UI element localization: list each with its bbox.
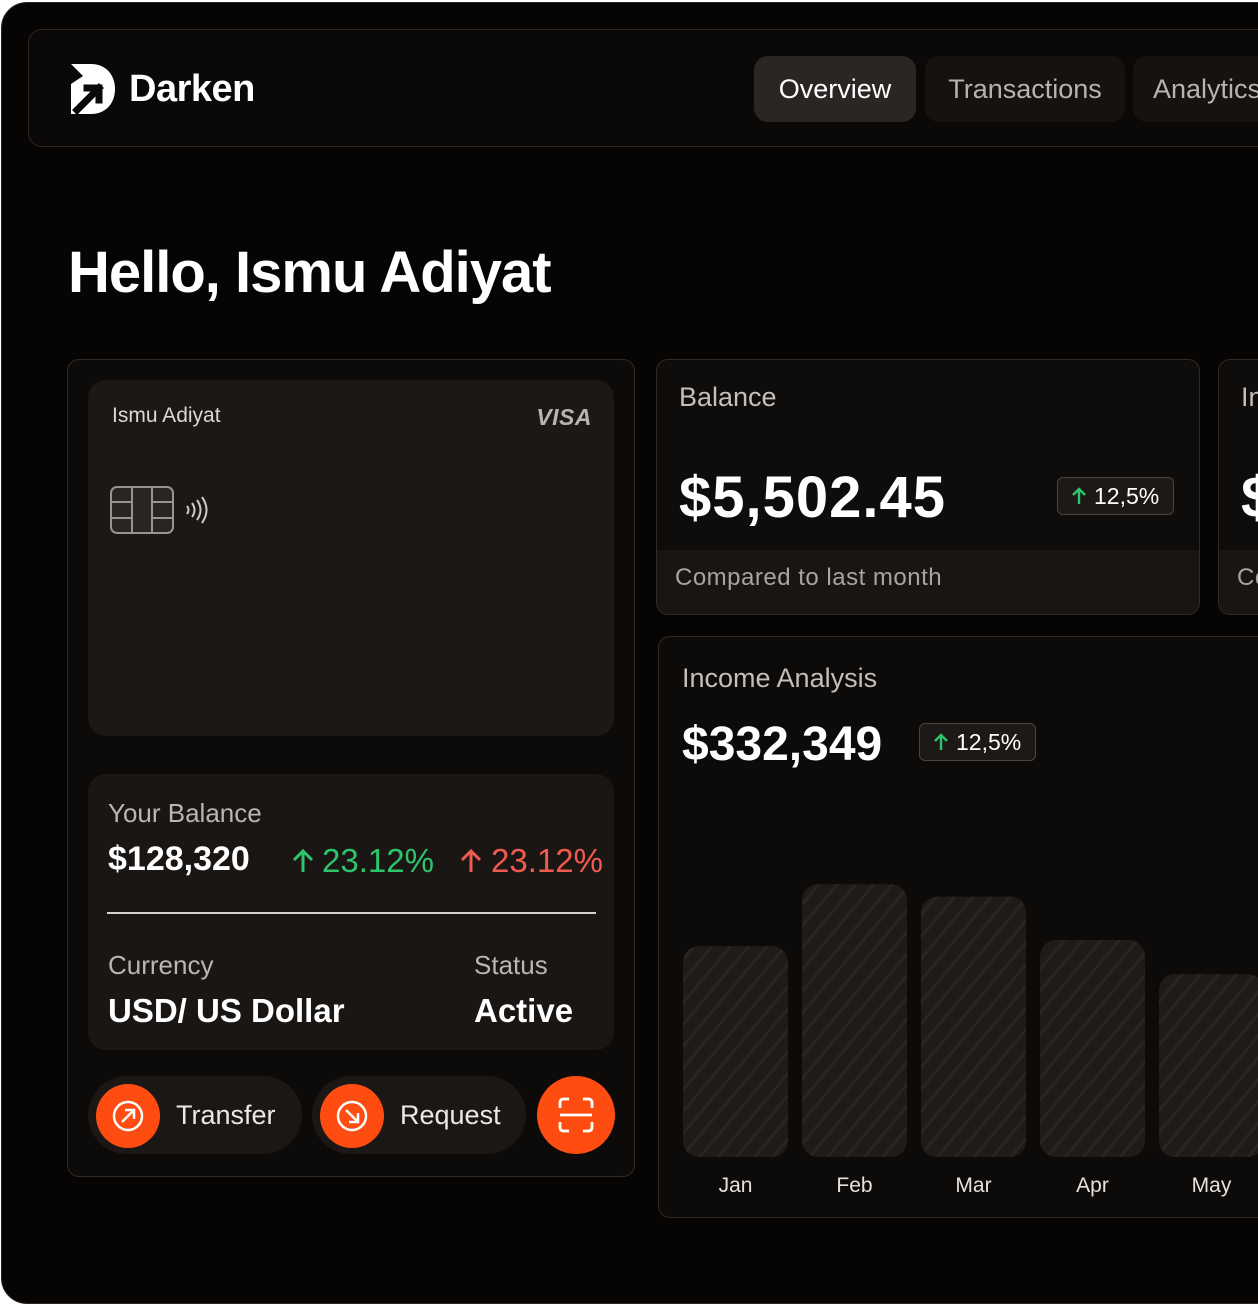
card-holder-name: Ismu Adiyat bbox=[112, 404, 221, 427]
wallet-panel: Ismu Adiyat VISA Your Balance $128,320 2… bbox=[67, 359, 635, 1177]
bar-may[interactable] bbox=[1159, 974, 1258, 1157]
visa-logo: VISA bbox=[536, 404, 592, 430]
tab-overview[interactable]: Overview bbox=[754, 56, 916, 122]
balance-card-value: $5,502.45 bbox=[679, 465, 947, 530]
transfer-button[interactable]: Transfer bbox=[88, 1076, 302, 1154]
currency-label: Currency bbox=[108, 950, 214, 980]
balance-card-title: Balance bbox=[679, 382, 777, 412]
top-navigation: Darken Overview Transactions Analytics bbox=[28, 29, 1258, 147]
request-label: Request bbox=[400, 1100, 501, 1130]
balance-change-negative: 23.12% bbox=[491, 842, 603, 879]
x-tick-apr: Apr bbox=[1076, 1174, 1109, 1197]
credit-card[interactable]: Ismu Adiyat VISA bbox=[88, 380, 614, 736]
income-analysis-panel: Income Analysis $332,349 12,5% Jan Feb Mar… bbox=[658, 636, 1258, 1218]
status-value: Active bbox=[474, 992, 574, 1029]
contactless-icon bbox=[186, 496, 208, 524]
transfer-icon bbox=[96, 1084, 160, 1148]
your-balance-label: Your Balance bbox=[108, 798, 262, 828]
currency-value: USD/ US Dollar bbox=[108, 992, 345, 1029]
arrow-up-green-icon bbox=[292, 848, 314, 872]
arrow-up-red-icon bbox=[460, 848, 482, 872]
card-chip-icon bbox=[110, 486, 174, 534]
income-stat-title: In bbox=[1241, 382, 1258, 412]
balance-summary: Your Balance $128,320 23.12% 23.12% Curr… bbox=[88, 774, 614, 1050]
tab-transactions[interactable]: Transactions bbox=[925, 56, 1125, 122]
arrow-up-icon bbox=[1072, 487, 1086, 504]
income-bar-chart: Jan Feb Mar Apr May bbox=[683, 884, 1258, 1197]
tab-analytics[interactable]: Analytics bbox=[1133, 56, 1258, 122]
status-label: Status bbox=[474, 950, 548, 980]
page-title: Hello, Ismu Adiyat bbox=[68, 240, 552, 305]
request-icon bbox=[320, 1084, 384, 1148]
income-stat-footer: Co bbox=[1219, 550, 1258, 614]
your-balance-value: $128,320 bbox=[108, 840, 250, 878]
x-tick-jan: Jan bbox=[719, 1174, 753, 1197]
x-tick-feb: Feb bbox=[836, 1174, 872, 1197]
balance-change-text: 12,5% bbox=[1094, 482, 1160, 509]
bar-feb[interactable] bbox=[802, 884, 907, 1157]
bar-apr[interactable] bbox=[1040, 940, 1145, 1157]
scan-icon bbox=[558, 1097, 594, 1133]
balance-change-positive: 23.12% bbox=[322, 842, 434, 879]
darken-logo-icon bbox=[71, 64, 115, 115]
balance-change-badge: 12,5% bbox=[1057, 477, 1175, 515]
divider bbox=[107, 912, 596, 914]
bar-mar[interactable] bbox=[921, 896, 1026, 1157]
transfer-label: Transfer bbox=[176, 1100, 276, 1130]
income-stat-card[interactable]: In $ Co bbox=[1218, 359, 1258, 615]
request-button[interactable]: Request bbox=[312, 1076, 526, 1154]
income-stat-footer-text: Co bbox=[1237, 564, 1258, 591]
x-tick-mar: Mar bbox=[955, 1174, 991, 1197]
balance-compare-text: Compared to last month bbox=[675, 564, 943, 591]
app-frame: Darken Overview Transactions Analytics H… bbox=[1, 2, 1258, 1304]
balance-card-footer: Compared to last month bbox=[657, 550, 1199, 614]
bar-jan[interactable] bbox=[683, 946, 788, 1157]
balance-card[interactable]: Balance $5,502.45 12,5% Compared to last… bbox=[656, 359, 1200, 615]
scan-button[interactable] bbox=[537, 1076, 615, 1154]
app-name: Darken bbox=[129, 68, 255, 110]
x-tick-may: May bbox=[1192, 1174, 1232, 1197]
income-stat-value: $ bbox=[1241, 464, 1258, 531]
